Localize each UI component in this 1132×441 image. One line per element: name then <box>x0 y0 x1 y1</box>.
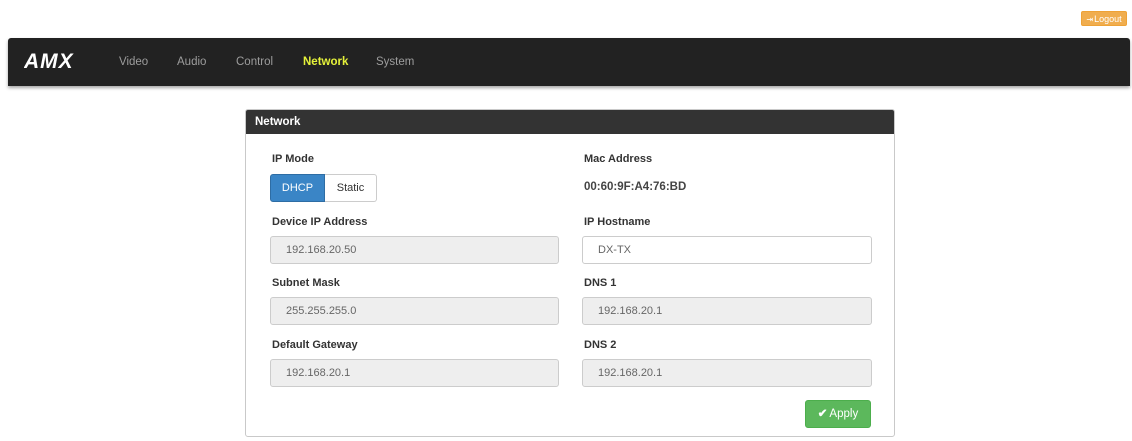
subnet-mask-field[interactable]: 255.255.255.0 <box>270 297 559 325</box>
gateway-field[interactable]: 192.168.20.1 <box>270 359 559 387</box>
apply-button[interactable]: ✔ Apply <box>805 400 871 428</box>
check-icon: ✔ <box>817 408 828 420</box>
subnet-mask-label: Subnet Mask <box>272 277 340 289</box>
logout-button[interactable]: ⇥Logout <box>1081 11 1127 26</box>
top-navbar: AMX Video Audio Control Network System <box>8 38 1130 86</box>
svg-text:AMX: AMX <box>24 51 75 71</box>
amx-logo[interactable]: AMX <box>24 51 98 71</box>
device-ip-label: Device IP Address <box>272 216 368 228</box>
panel-title: Network <box>246 110 894 134</box>
network-panel: Network IP Mode DHCP Static Mac Address … <box>245 109 895 437</box>
hostname-label: IP Hostname <box>584 216 651 228</box>
ip-mode-label: IP Mode <box>272 153 314 165</box>
nav-audio[interactable]: Audio <box>177 38 206 86</box>
device-ip-field[interactable]: 192.168.20.50 <box>270 236 559 264</box>
logout-label: Logout <box>1094 14 1122 24</box>
dns2-field[interactable]: 192.168.20.1 <box>582 359 872 387</box>
nav-control[interactable]: Control <box>236 38 273 86</box>
gateway-label: Default Gateway <box>272 339 358 351</box>
dhcp-button[interactable]: DHCP <box>270 174 325 202</box>
mac-address-value: 00:60:9F:A4:76:BD <box>584 181 687 193</box>
nav-video[interactable]: Video <box>119 38 148 86</box>
nav-system[interactable]: System <box>376 38 414 86</box>
static-button[interactable]: Static <box>325 174 377 202</box>
dns1-label: DNS 1 <box>584 277 617 289</box>
mac-address-label: Mac Address <box>584 153 653 165</box>
dns2-label: DNS 2 <box>584 339 617 351</box>
dns1-field[interactable]: 192.168.20.1 <box>582 297 872 325</box>
ip-mode-toggle: DHCP Static <box>270 174 377 202</box>
nav-network[interactable]: Network <box>303 38 348 86</box>
apply-label: Apply <box>829 408 859 420</box>
hostname-field[interactable]: DX-TX <box>582 236 872 264</box>
logout-icon: ⇥ <box>1086 15 1094 24</box>
